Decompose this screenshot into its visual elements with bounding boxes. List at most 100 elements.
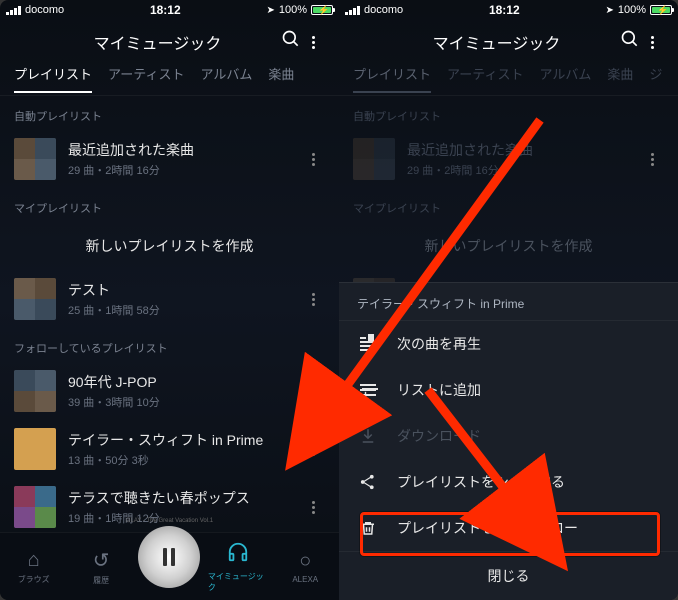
nav-label: ブラウズ [18,574,50,585]
item-menu-icon[interactable] [301,501,325,514]
item-menu-icon[interactable] [301,293,325,306]
item-menu-icon[interactable] [301,153,325,166]
nav-label: ALEXA [292,575,318,584]
section-mine: マイプレイリスト [339,188,678,222]
playlist-title: 最近追加された楽曲 [407,140,628,160]
battery-pct: 100% [279,4,307,16]
tab-artists[interactable]: アーティスト [108,64,184,91]
home-icon: ⌂ [28,549,40,572]
tab-genre[interactable]: ジ [649,64,662,91]
clock: 18:12 [407,3,601,17]
sheet-item-label: ダウンロード [397,426,481,446]
nav-history[interactable]: ↺ 履歴 [71,548,131,586]
section-auto: 自動プレイリスト [339,96,678,130]
tab-albums[interactable]: アルバム [539,64,591,91]
status-bar: docomo 18:12 ➤ 100% ⚡ [339,0,678,20]
tab-playlists[interactable]: プレイリスト [353,64,431,93]
play-next-icon [357,337,379,351]
phone-right: docomo 18:12 ➤ 100% ⚡ マイミュージック プレイリスト アー… [339,0,678,600]
highlight-box [360,512,660,556]
nav-browse[interactable]: ⌂ ブラウズ [4,549,64,585]
sheet-title: テイラー・スウィフト in Prime [339,283,678,321]
playlist-thumb [14,428,56,470]
pause-icon [163,548,175,566]
search-icon[interactable] [618,29,642,55]
page-title: マイミュージック [375,30,618,54]
list-item[interactable]: テスト 25 曲・1時間 58分 [0,270,339,328]
sheet-close-button[interactable]: 閉じる [339,551,678,600]
item-menu-icon[interactable] [301,443,325,456]
item-menu-icon [640,153,664,166]
page-title: マイミュージック [36,30,279,54]
sheet-add-list[interactable]: + リストに追加 [339,367,678,413]
sheet-download: ダウンロード [339,413,678,459]
playlist-title: 最近追加された楽曲 [68,140,289,160]
battery-icon: ⚡ [650,5,672,15]
download-icon [357,427,379,445]
search-icon[interactable] [279,29,303,55]
share-icon [357,473,379,491]
battery-icon: ⚡ [311,5,333,15]
playlist-thumb [14,138,56,180]
nav-label: 履歴 [93,575,109,586]
nav-alexa[interactable]: ○ ALEXA [275,550,335,584]
now-playing-label: GLAY - The Great Vacation Vol.1 [126,518,213,524]
tab-albums[interactable]: アルバム [200,64,252,91]
playlist-thumb [14,370,56,412]
header-menu-icon[interactable] [642,36,666,49]
tabs: プレイリスト アーティスト アルバム 楽曲 ジ [339,64,678,96]
playlist-title: テラスで聴きたい春ポップス [68,488,289,508]
location-icon: ➤ [605,5,613,16]
playlist-sub: 29 曲・2時間 16分 [407,162,628,178]
tabs: プレイリスト アーティスト アルバム 楽曲 [0,64,339,96]
playlist-thumb [14,486,56,528]
play-pause-button[interactable]: GLAY - The Great Vacation Vol.1 [138,526,200,588]
playlist-sub: 13 曲・50分 3秒 [68,452,289,468]
phone-left: docomo 18:12 ➤ 100% ⚡ マイミュージック プレイリスト アー… [0,0,339,600]
create-playlist-button[interactable]: 新しいプレイリストを作成 [0,222,339,270]
list-item: 最近追加された楽曲 29 曲・2時間 16分 [339,130,678,188]
nav-mymusic[interactable]: マイミュージック [208,541,268,593]
history-icon: ↺ [93,548,110,573]
sheet-item-label: 次の曲を再生 [397,334,481,354]
list-item[interactable]: テイラー・スウィフト in Prime 13 曲・50分 3秒 [0,420,339,478]
item-menu-icon[interactable] [301,385,325,398]
nav-label: マイミュージック [208,571,268,593]
create-playlist-button: 新しいプレイリストを作成 [339,222,678,270]
header-menu-icon[interactable] [303,36,327,49]
playlist-title: 90年代 J-POP [68,372,289,392]
headphones-icon [227,541,249,569]
section-auto: 自動プレイリスト [0,96,339,130]
header: マイミュージック [339,20,678,64]
sheet-play-next[interactable]: 次の曲を再生 [339,321,678,367]
sheet-share[interactable]: プレイリストをシェアする [339,459,678,505]
tab-playlists[interactable]: プレイリスト [14,64,92,93]
playlist-sub: 25 曲・1時間 58分 [68,302,289,318]
alexa-icon: ○ [299,550,311,573]
playlist-sub: 29 曲・2時間 16分 [68,162,289,178]
section-following: フォローしているプレイリスト [0,328,339,362]
add-to-list-icon: + [357,384,379,396]
list-item[interactable]: 90年代 J-POP 39 曲・3時間 10分 [0,362,339,420]
playlist-title: テイラー・スウィフト in Prime [68,430,289,450]
carrier-label: docomo [364,4,403,16]
sheet-item-label: リストに追加 [397,380,481,400]
playlist-sub: 39 曲・3時間 10分 [68,394,289,410]
playlist-title: テスト [68,280,289,300]
signal-bars-icon [6,6,21,15]
tab-tracks[interactable]: 楽曲 [607,64,633,91]
status-bar: docomo 18:12 ➤ 100% ⚡ [0,0,339,20]
sheet-item-label: プレイリストをシェアする [397,472,565,492]
list-item[interactable]: 最近追加された楽曲 29 曲・2時間 16分 [0,130,339,188]
section-mine: マイプレイリスト [0,188,339,222]
highlight-box [310,400,334,438]
signal-bars-icon [345,6,360,15]
playlist-thumb [14,278,56,320]
tab-tracks[interactable]: 楽曲 [268,64,294,91]
clock: 18:12 [68,3,262,17]
battery-pct: 100% [618,4,646,16]
bottom-nav: ⌂ ブラウズ ↺ 履歴 GLAY - The Great Vacation Vo… [0,532,339,600]
location-icon: ➤ [266,5,274,16]
header: マイミュージック [0,20,339,64]
tab-artists[interactable]: アーティスト [447,64,523,91]
